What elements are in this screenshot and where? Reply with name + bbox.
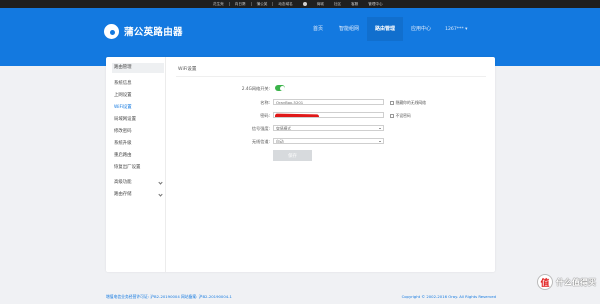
sidebar-group-storage[interactable]: 路由存储: [114, 189, 164, 201]
sidebar-section-title: 路由管理: [112, 63, 164, 73]
footer-copyright: Copyright © 2002-2016 Oray. All Rights R…: [401, 294, 496, 299]
signal-strength-value: 穿墙模式: [276, 126, 292, 131]
footer: 增值电信业务经营许可证: 沪B2-20190004 网站备案: 沪B2-2019…: [0, 292, 600, 304]
sidebar-group-label: 高级功能: [114, 180, 132, 185]
top-link-huashengke[interactable]: 花生壳: [208, 0, 229, 8]
top-link-ddns[interactable]: 动态域名: [273, 0, 297, 8]
brand-name: 蒲公英路由器: [124, 27, 183, 38]
sidebar-item-system-info[interactable]: 系统信息: [114, 78, 164, 90]
sidebar-item-lan-settings[interactable]: 局域网设置: [114, 114, 164, 126]
panel-title: WiFi设置: [178, 67, 197, 72]
main-card: 路由管理 系统信息 上网设置 WiFi设置 局域网设置 修改密码 系统升级 重启…: [106, 57, 495, 272]
nav-home[interactable]: 首页: [305, 17, 331, 41]
sidebar-group-label: 路由存储: [114, 192, 132, 197]
no-password-label: 不设密码: [395, 113, 411, 118]
caret-down-icon: [379, 140, 381, 142]
password-label: 密码:: [260, 113, 270, 118]
redaction-scribble: [274, 113, 320, 117]
nav-app-center[interactable]: 应用中心: [403, 17, 439, 41]
channel-select[interactable]: 自动: [273, 138, 384, 144]
nav-router-management[interactable]: 路由管理: [367, 17, 404, 41]
nav-smart-network[interactable]: 智能组网: [331, 17, 367, 41]
sidebar-item-reboot[interactable]: 重启路由: [114, 150, 164, 162]
sidebar-item-factory-reset[interactable]: 恢复出厂设置: [114, 162, 164, 174]
save-button[interactable]: 保存: [273, 150, 312, 161]
top-link-support[interactable]: 客服: [346, 0, 363, 8]
caret-down-icon: [379, 127, 381, 129]
switch-label: 2.4G网络开关:: [241, 86, 270, 91]
top-link-community[interactable]: 社区: [329, 0, 346, 8]
top-links: 花生壳 向日葵 蒲公英 动态域名 商城 社区 客服 管理中心: [208, 0, 388, 8]
top-link-xiangrikui[interactable]: 向日葵: [230, 0, 251, 8]
top-link-shop[interactable]: 商城: [312, 0, 329, 8]
brand-logo[interactable]: 蒲公英路由器: [104, 22, 183, 40]
channel-label: 无线信道:: [251, 139, 270, 144]
dandelion-logo-icon: [104, 23, 119, 39]
footer-license[interactable]: 增值电信业务经营许可证: 沪B2-20190004 网站备案: 沪B2-2019…: [106, 294, 232, 300]
wifi-24g-toggle[interactable]: [275, 85, 285, 91]
signal-strength-label: 信号强度:: [251, 126, 270, 131]
sidebar-item-change-password[interactable]: 修改密码: [114, 126, 164, 138]
sidebar-item-internet-settings[interactable]: 上网设置: [114, 90, 164, 102]
password-input[interactable]: [273, 112, 384, 118]
signal-strength-select[interactable]: 穿墙模式: [273, 125, 384, 131]
user-menu[interactable]: 1267*** ▾: [445, 27, 467, 32]
oray-logo-icon: [302, 2, 307, 6]
top-link-admin[interactable]: 管理中心: [363, 0, 387, 8]
chevron-down-icon: [158, 191, 163, 197]
ssid-label: 名称:: [260, 100, 270, 105]
watermark-text: 什么值得买: [556, 277, 596, 287]
wifi-settings-panel: WiFi设置 2.4G网络开关: 名称: OrayBox-5201 隐藏你的无线…: [176, 57, 491, 272]
ssid-input[interactable]: OrayBox-5201: [273, 99, 384, 105]
checkbox-box: [390, 101, 394, 105]
hide-ssid-label: 隐藏你的无线网络: [395, 100, 426, 105]
watermark-badge: 值: [537, 274, 553, 290]
checkbox-box: [390, 114, 394, 118]
sidebar-list: 系统信息 上网设置 WiFi设置 局域网设置 修改密码 系统升级 重启路由 恢复…: [114, 78, 164, 201]
top-link-pugongying[interactable]: 蒲公英: [252, 0, 273, 8]
sidebar: 路由管理 系统信息 上网设置 WiFi设置 局域网设置 修改密码 系统升级 重启…: [106, 57, 166, 272]
divider: [176, 76, 486, 77]
hide-ssid-checkbox[interactable]: 隐藏你的无线网络: [390, 100, 426, 106]
top-utility-bar: 花生壳 向日葵 蒲公英 动态域名 商城 社区 客服 管理中心: [0, 0, 600, 8]
sidebar-group-advanced[interactable]: 高级功能: [114, 177, 164, 189]
toggle-knob: [279, 85, 285, 91]
main-nav: 首页 智能组网 路由管理 应用中心 1267*** ▾: [305, 17, 467, 41]
chevron-down-icon: [158, 179, 163, 185]
sidebar-item-system-upgrade[interactable]: 系统升级: [114, 138, 164, 150]
watermark: 值 什么值得买: [537, 274, 596, 290]
no-password-checkbox[interactable]: 不设密码: [390, 113, 411, 119]
channel-value: 自动: [276, 139, 284, 144]
sidebar-item-wifi-settings[interactable]: WiFi设置: [114, 102, 164, 114]
